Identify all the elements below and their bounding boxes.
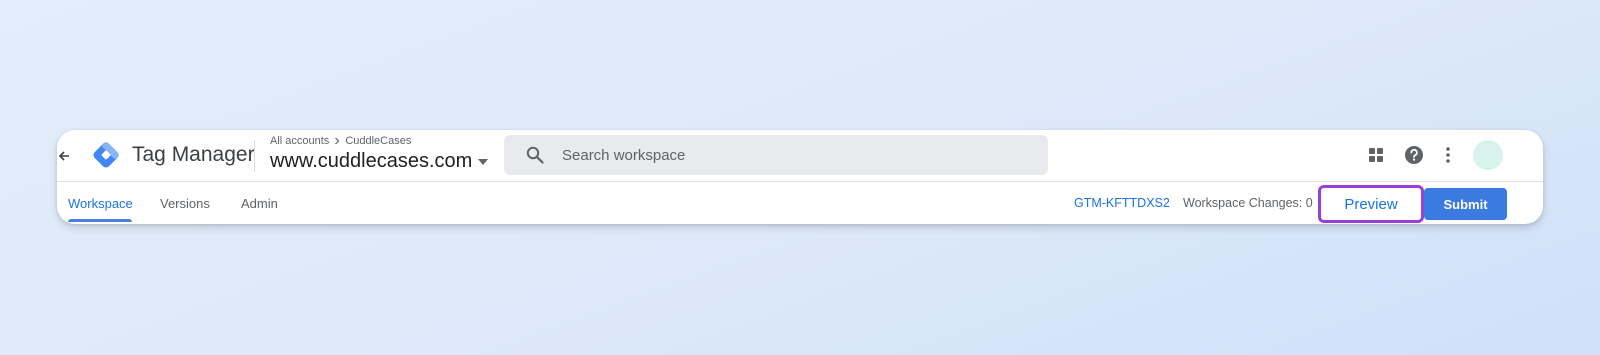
search-icon	[524, 144, 546, 166]
apps-button[interactable]	[1362, 141, 1390, 169]
submit-button[interactable]: Submit	[1424, 188, 1507, 220]
active-tab-indicator	[68, 219, 132, 222]
breadcrumb-account[interactable]: CuddleCases	[345, 135, 411, 147]
tab-workspace[interactable]: Workspace	[68, 182, 133, 224]
top-bar: Tag Manager All accounts CuddleCases www…	[57, 130, 1543, 182]
workspace-changes-count: Workspace Changes: 0	[1183, 196, 1313, 210]
preview-button[interactable]: Preview	[1318, 185, 1424, 223]
container-name: www.cuddlecases.com	[270, 150, 473, 172]
search-input[interactable]	[560, 145, 1024, 165]
search-bar[interactable]	[504, 135, 1048, 175]
apps-grid-icon	[1369, 148, 1383, 162]
tag-manager-logo	[93, 142, 119, 168]
help-button[interactable]	[1400, 141, 1428, 169]
container-selector[interactable]: www.cuddlecases.com	[270, 150, 489, 173]
header-divider	[254, 140, 255, 172]
tab-admin[interactable]: Admin	[241, 182, 278, 224]
workspace-bar: Workspace Versions Admin GTM-KFTTDXS2 Wo…	[57, 182, 1543, 224]
breadcrumb-all-accounts[interactable]: All accounts	[270, 135, 329, 147]
chevron-right-icon	[335, 137, 340, 145]
breadcrumb: All accounts CuddleCases	[270, 135, 411, 147]
tab-versions[interactable]: Versions	[160, 182, 210, 224]
more-vert-icon	[1446, 147, 1450, 163]
arrow-left-icon	[58, 151, 69, 161]
back-button[interactable]	[57, 142, 71, 170]
product-name: Tag Manager	[132, 143, 255, 166]
avatar[interactable]	[1473, 140, 1503, 170]
caret-down-icon	[478, 158, 489, 165]
gtm-window: Tag Manager All accounts CuddleCases www…	[57, 130, 1543, 224]
help-icon	[1405, 146, 1423, 164]
more-options-button[interactable]	[1434, 141, 1462, 169]
container-id-link[interactable]: GTM-KFTTDXS2	[1074, 182, 1170, 224]
